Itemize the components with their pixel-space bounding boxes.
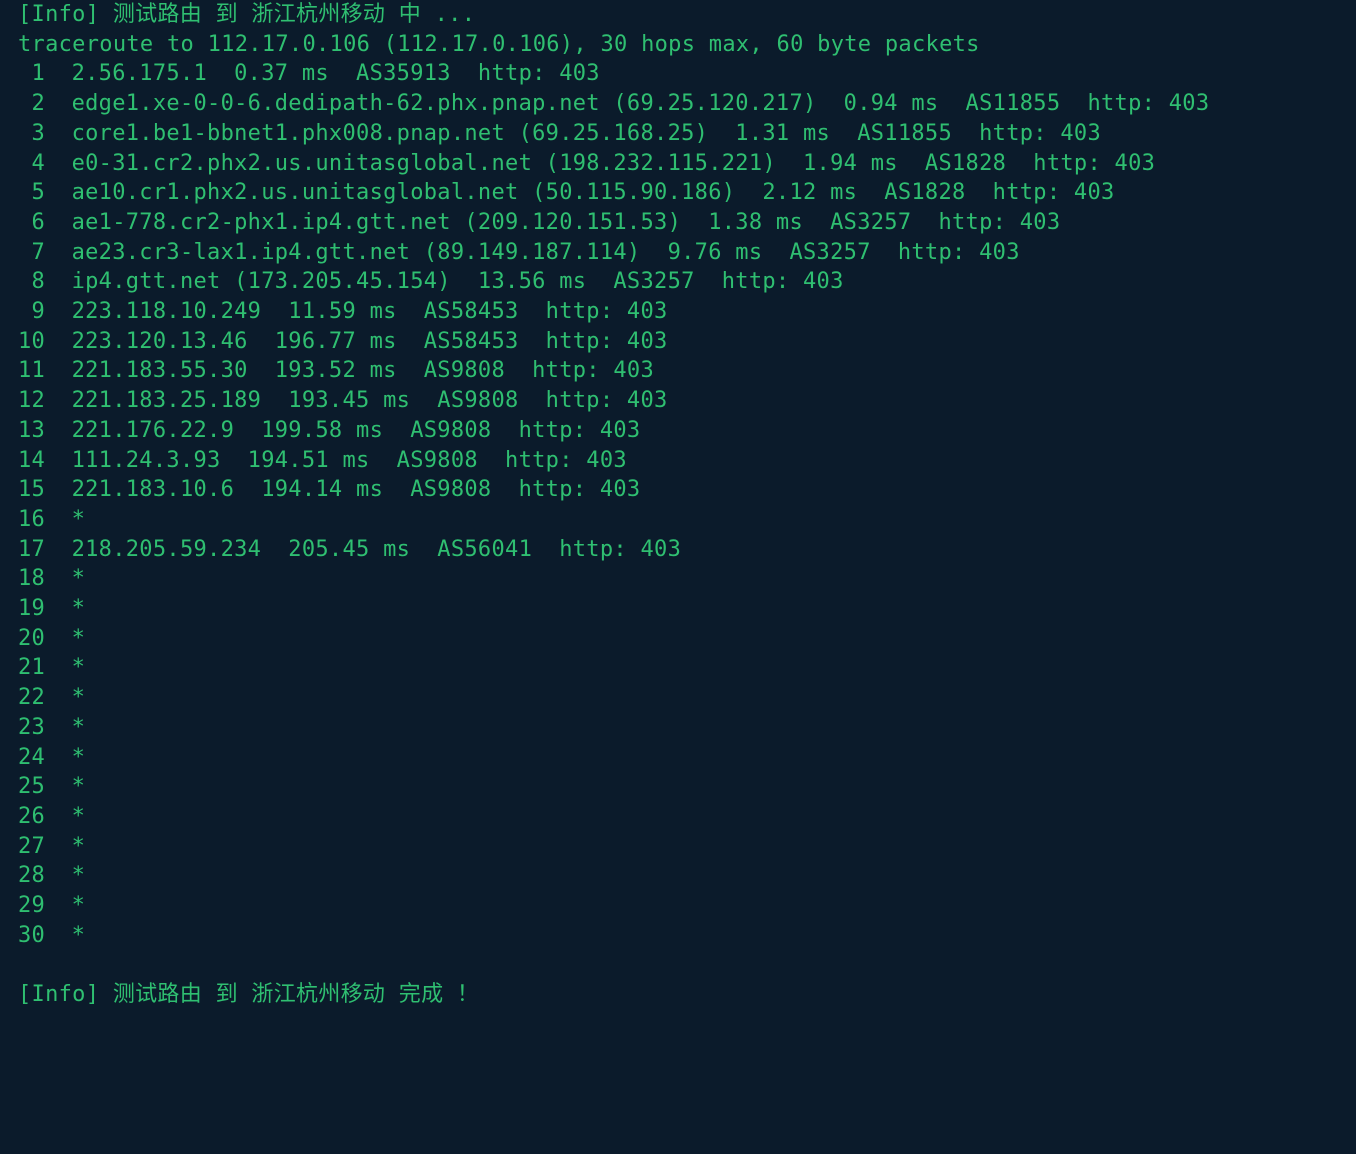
hop-line: 3 core1.be1-bbnet1.phx008.pnap.net (69.2… [18,121,1101,146]
hop-number: 3 [18,119,44,149]
hop-number: 11 [18,356,44,386]
hop-detail: * [72,804,86,829]
hop-detail: ae1-778.cr2-phx1.ip4.gtt.net (209.120.15… [72,210,1061,235]
hop-detail: * [72,507,86,532]
info-line-end: [Info] 测试路由 到 浙江杭州移动 完成 ！ [18,982,479,1007]
hop-detail: 223.120.13.46 196.77 ms AS58453 http: 40… [72,329,668,354]
hop-line: 15 221.183.10.6 194.14 ms AS9808 http: 4… [18,477,640,502]
hop-detail: * [72,745,86,770]
hop-detail: 218.205.59.234 205.45 ms AS56041 http: 4… [72,537,682,562]
info-tag: [Info] [18,982,99,1007]
hop-detail: e0-31.cr2.phx2.us.unitasglobal.net (198.… [72,151,1156,176]
info-line-start: [Info] 测试路由 到 浙江杭州移动 中 ... [18,2,475,27]
hop-number: 28 [18,861,44,891]
hop-number: 5 [18,178,44,208]
hop-line: 21 * [18,655,85,680]
hop-number: 20 [18,624,44,654]
hop-number: 8 [18,267,44,297]
hop-detail: * [72,566,86,591]
hop-number: 26 [18,802,44,832]
hop-line: 29 * [18,893,85,918]
hop-number: 10 [18,327,44,357]
hop-detail: ip4.gtt.net (173.205.45.154) 13.56 ms AS… [72,269,844,294]
hop-line: 2 edge1.xe-0-0-6.dedipath-62.phx.pnap.ne… [18,91,1209,116]
hop-line: 25 * [18,774,85,799]
hop-line: 8 ip4.gtt.net (173.205.45.154) 13.56 ms … [18,269,844,294]
hop-number: 15 [18,475,44,505]
hop-number: 13 [18,416,44,446]
hop-detail: 221.176.22.9 199.58 ms AS9808 http: 403 [72,418,641,443]
hop-line: 5 ae10.cr1.phx2.us.unitasglobal.net (50.… [18,180,1115,205]
hop-number: 16 [18,505,44,535]
hop-detail: core1.be1-bbnet1.phx008.pnap.net (69.25.… [72,121,1101,146]
hop-line: 18 * [18,566,85,591]
hop-line: 30 * [18,923,85,948]
info-tag: [Info] [18,2,99,27]
hop-detail: 221.183.10.6 194.14 ms AS9808 http: 403 [72,477,641,502]
hop-line: 7 ae23.cr3-lax1.ip4.gtt.net (89.149.187.… [18,240,1020,265]
hop-line: 28 * [18,863,85,888]
hop-number: 4 [18,149,44,179]
hop-line: 13 221.176.22.9 199.58 ms AS9808 http: 4… [18,418,640,443]
hop-number: 27 [18,832,44,862]
hop-line: 1 2.56.175.1 0.37 ms AS35913 http: 403 [18,61,600,86]
hop-detail: * [72,685,86,710]
hop-line: 24 * [18,745,85,770]
hop-number: 18 [18,564,44,594]
hop-detail: * [72,715,86,740]
info-text: 测试路由 到 浙江杭州移动 中 ... [113,2,475,27]
hop-detail: * [72,863,86,888]
hop-number: 1 [18,59,44,89]
traceroute-header: traceroute to 112.17.0.106 (112.17.0.106… [18,32,980,57]
hop-line: 17 218.205.59.234 205.45 ms AS56041 http… [18,537,681,562]
hop-number: 29 [18,891,44,921]
hop-line: 26 * [18,804,85,829]
hop-line: 4 e0-31.cr2.phx2.us.unitasglobal.net (19… [18,151,1155,176]
hop-detail: 221.183.25.189 193.45 ms AS9808 http: 40… [72,388,668,413]
info-text: 测试路由 到 浙江杭州移动 完成 ！ [113,982,479,1007]
hop-detail: * [72,923,86,948]
hop-number: 14 [18,446,44,476]
hop-number: 9 [18,297,44,327]
hop-number: 30 [18,921,44,951]
hop-detail: edge1.xe-0-0-6.dedipath-62.phx.pnap.net … [72,91,1210,116]
hop-line: 23 * [18,715,85,740]
hop-detail: 111.24.3.93 194.51 ms AS9808 http: 403 [72,448,627,473]
hop-detail: * [72,774,86,799]
hop-line: 20 * [18,626,85,651]
hop-number: 17 [18,535,44,565]
hop-number: 6 [18,208,44,238]
hop-number: 12 [18,386,44,416]
hop-number: 23 [18,713,44,743]
terminal-output: [Info] 测试路由 到 浙江杭州移动 中 ... traceroute to… [0,0,1356,1010]
hop-line: 19 * [18,596,85,621]
hop-detail: ae10.cr1.phx2.us.unitasglobal.net (50.11… [72,180,1115,205]
hop-detail: * [72,893,86,918]
hop-detail: * [72,626,86,651]
hop-detail: 2.56.175.1 0.37 ms AS35913 http: 403 [72,61,600,86]
hop-number: 21 [18,653,44,683]
hop-detail: 223.118.10.249 11.59 ms AS58453 http: 40… [72,299,668,324]
hop-number: 22 [18,683,44,713]
hop-detail: ae23.cr3-lax1.ip4.gtt.net (89.149.187.11… [72,240,1020,265]
hop-detail: * [72,655,86,680]
hop-number: 2 [18,89,44,119]
hop-detail: 221.183.55.30 193.52 ms AS9808 http: 403 [72,358,654,383]
hop-line: 27 * [18,834,85,859]
hop-detail: * [72,834,86,859]
hop-number: 24 [18,743,44,773]
hop-line: 11 221.183.55.30 193.52 ms AS9808 http: … [18,358,654,383]
hop-line: 6 ae1-778.cr2-phx1.ip4.gtt.net (209.120.… [18,210,1060,235]
hop-line: 14 111.24.3.93 194.51 ms AS9808 http: 40… [18,448,627,473]
hop-line: 9 223.118.10.249 11.59 ms AS58453 http: … [18,299,668,324]
hop-number: 19 [18,594,44,624]
hop-number: 7 [18,238,44,268]
hop-line: 12 221.183.25.189 193.45 ms AS9808 http:… [18,388,668,413]
hop-line: 16 * [18,507,85,532]
hop-line: 22 * [18,685,85,710]
hop-line: 10 223.120.13.46 196.77 ms AS58453 http:… [18,329,668,354]
hop-number: 25 [18,772,44,802]
hop-detail: * [72,596,86,621]
